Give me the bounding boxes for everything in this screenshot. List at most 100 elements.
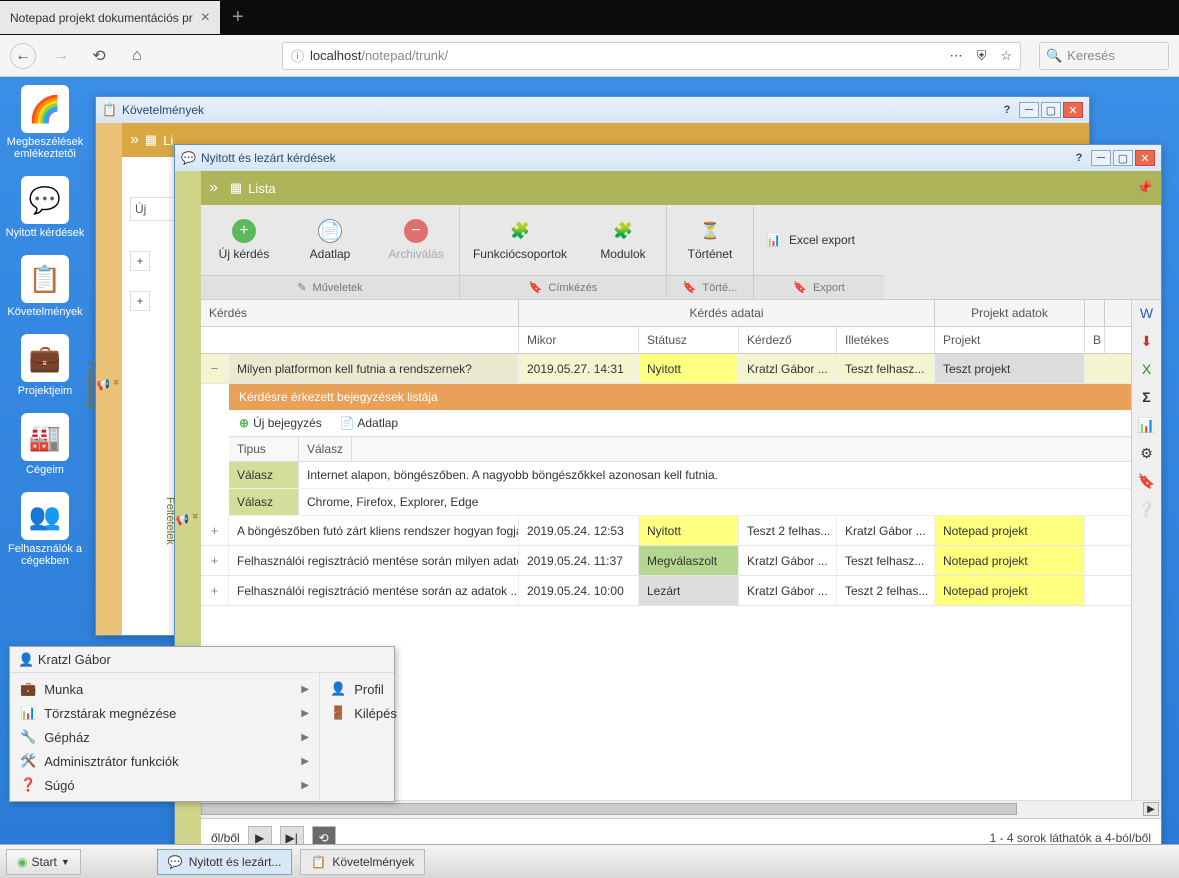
datasheet-button[interactable]: 📄 Adatlap (340, 416, 398, 430)
col-asker[interactable]: Kérdező (739, 327, 837, 353)
desktop-icon[interactable]: 👥Felhasználók a cégekben (5, 492, 85, 567)
maximize-button[interactable]: ▢ (1041, 102, 1061, 118)
window-title: Nyitott és lezárt kérdések (201, 151, 336, 165)
history-button[interactable]: ⏳Történet (667, 205, 753, 275)
close-button[interactable]: ✕ (1063, 102, 1083, 118)
icon-label: Követelmények (7, 306, 82, 318)
chart-icon[interactable]: 📊 (1138, 416, 1156, 434)
back-button[interactable]: ← (10, 43, 36, 69)
col-when[interactable]: Mikor (519, 327, 639, 353)
cell-asker: Kratzl Gábor ... (739, 354, 837, 383)
new-tab-button[interactable]: + (232, 6, 244, 29)
icon-label: Cégeim (26, 464, 64, 476)
forward-button[interactable]: → (48, 43, 74, 69)
sum-icon[interactable]: Σ (1138, 388, 1156, 406)
horizontal-scrollbar[interactable]: ▶ (201, 800, 1161, 818)
col-question[interactable]: Kérdés (201, 300, 519, 326)
archive-button[interactable]: −Archiválás (373, 205, 459, 275)
close-button[interactable]: ✕ (1135, 150, 1155, 166)
menu-item[interactable]: 💼Munka▶ (10, 677, 319, 701)
help-button[interactable]: ? (1069, 150, 1089, 166)
cell-asker: Teszt 2 felhas... (739, 516, 837, 545)
shield-icon[interactable]: ⛨ (977, 48, 987, 64)
funcgroups-button[interactable]: 🧩Funkciócsoportok (460, 205, 580, 275)
col-responsible[interactable]: Illetékes (837, 327, 935, 353)
col-answer[interactable]: Válasz (299, 437, 352, 461)
desktop-icon[interactable]: 🌈Megbeszélések emlékeztetői (5, 85, 85, 160)
scroll-thumb[interactable] (201, 803, 1017, 815)
minimize-button[interactable]: ─ (1091, 150, 1111, 166)
col-status[interactable]: Státusz (639, 327, 739, 353)
pin-icon[interactable]: 📌 (1137, 180, 1153, 196)
pdf-export-icon[interactable]: ⬇ (1138, 332, 1156, 350)
menu-icon: 🔧 (20, 729, 36, 745)
table-row[interactable]: + Felhasználói regisztráció mentése sorá… (201, 576, 1131, 606)
menu-label: Súgó (44, 778, 74, 793)
app-icon: 💼 (21, 334, 69, 382)
col-b[interactable]: B (1085, 327, 1105, 353)
reload-button[interactable]: ⟲ (86, 43, 112, 69)
desktop-icon[interactable]: 💼Projektjeim (5, 334, 85, 397)
detail-row[interactable]: Válasz Internet alapon, böngészőben. A n… (229, 462, 1131, 489)
menu-item[interactable]: 🚪Kilépés (320, 701, 407, 725)
bookmark-icon[interactable]: 🔖 (1138, 472, 1156, 490)
side-panel-conditions[interactable]: » 📢 Feltételek (96, 123, 122, 635)
star-icon[interactable]: ☆ (1000, 48, 1012, 64)
new-question-button[interactable]: +Új kérdés (201, 205, 287, 275)
scroll-right-arrow[interactable]: ▶ (1143, 802, 1159, 816)
search-input[interactable]: 🔍 Keresés (1039, 42, 1169, 70)
menu-label: Gépház (44, 730, 90, 745)
col-project[interactable]: Projekt (935, 327, 1085, 353)
edit-icon: ✎ (297, 281, 306, 294)
help-button[interactable]: ? (997, 102, 1017, 118)
datasheet-button[interactable]: 📄Adatlap (287, 205, 373, 275)
cell-project: Teszt projekt (935, 354, 1085, 383)
desktop-icon[interactable]: 📋Követelmények (5, 255, 85, 318)
excel-export-button[interactable]: 📊Excel export (754, 205, 884, 275)
cell-responsible: Kratzl Gábor ... (837, 516, 935, 545)
cell-when: 2019.05.24. 12:53 (519, 516, 639, 545)
chevron-right-icon: ▶ (301, 732, 309, 743)
maximize-button[interactable]: ▢ (1113, 150, 1133, 166)
excel-export-icon[interactable]: X (1138, 360, 1156, 378)
menu-item[interactable]: 📊Törzstárak megnézése▶ (10, 701, 319, 725)
minimize-button[interactable]: ─ (1019, 102, 1039, 118)
menu-item[interactable]: ❓Súgó▶ (10, 773, 319, 797)
expand-toggle[interactable]: + (201, 516, 229, 545)
new-entry-button[interactable]: ⊕ Új bejegyzés (239, 416, 322, 430)
close-icon[interactable]: × (201, 9, 210, 27)
home-button[interactable]: ⌂ (124, 43, 150, 69)
task-icon: 📋 (311, 855, 326, 869)
table-row[interactable]: + Felhasználói regisztráció mentése sorá… (201, 546, 1131, 576)
help-icon[interactable]: ❔ (1138, 500, 1156, 518)
expand-toggle[interactable]: − (201, 354, 229, 383)
expand-toggle[interactable]: + (201, 576, 229, 605)
table-row[interactable]: + A böngészőben futó zárt kliens rendsze… (201, 516, 1131, 546)
app-icon: 🌈 (21, 85, 69, 133)
modules-button[interactable]: 🧩Modulok (580, 205, 666, 275)
desktop-icon[interactable]: 🏭Cégeim (5, 413, 85, 476)
search-placeholder: Keresés (1067, 48, 1115, 63)
table-row[interactable]: − Milyen platformon kell futnia a rendsz… (201, 354, 1131, 384)
address-bar[interactable]: ⓘ localhost/notepad/trunk/ ⋯ ⛨ ☆ (282, 42, 1021, 70)
cell-project: Notepad projekt (935, 576, 1085, 605)
detail-row[interactable]: Válasz Chrome, Firefox, Explorer, Edge (229, 489, 1131, 516)
browser-tab[interactable]: Notepad projekt dokumentációs pr × (0, 1, 220, 34)
grid-icon: ▦ (230, 180, 242, 196)
desktop-icon[interactable]: 💬Nyitott kérdések (5, 176, 85, 239)
taskbar-button[interactable]: 💬Nyitott és lezárt... (157, 849, 293, 875)
word-export-icon[interactable]: W (1138, 304, 1156, 322)
more-icon[interactable]: ⋯ (950, 48, 963, 64)
start-button[interactable]: ◉ Start ▼ (6, 849, 81, 875)
expand-toggle[interactable]: + (201, 546, 229, 575)
taskbar-button[interactable]: 📋Követelmények (300, 849, 425, 875)
menu-item[interactable]: 👤Profil (320, 677, 407, 701)
menu-item[interactable]: 🛠️Adminisztrátor funkciók▶ (10, 749, 319, 773)
chevron-icon[interactable]: » (209, 179, 218, 197)
col-type[interactable]: Tipus (229, 437, 299, 461)
menu-item[interactable]: 🔧 Gépház ▶ (10, 725, 319, 749)
settings-icon[interactable]: ⚙ (1138, 444, 1156, 462)
chevron-icon[interactable]: » (130, 131, 139, 149)
bookmark-icon: 🔖 (683, 281, 697, 294)
cell-responsible: Teszt felhasz... (837, 546, 935, 575)
